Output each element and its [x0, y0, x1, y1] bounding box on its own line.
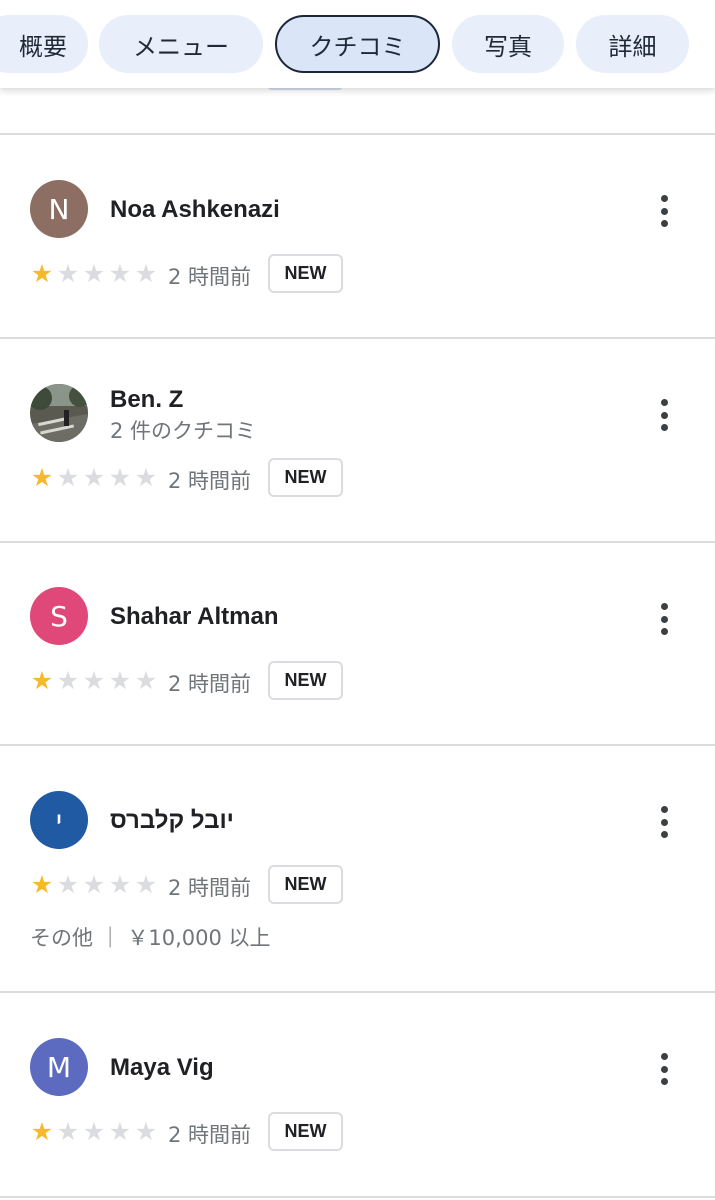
star-icon: ★: [30, 463, 54, 492]
star-icon: ★: [56, 1117, 80, 1146]
star-icon: ★: [30, 666, 54, 695]
tab-label: 概要: [19, 32, 67, 61]
star-rating: ★ ★ ★ ★ ★: [29, 1119, 159, 1145]
tab-overview[interactable]: 概要: [0, 15, 88, 73]
review-item: Ben. Z 2 件のクチコミ ★ ★ ★ ★ ★ 2 時間前 NEW: [0, 337, 715, 542]
reviewer-name[interactable]: Shahar Altman: [110, 603, 278, 631]
star-icon: ★: [56, 259, 80, 288]
star-icon: ★: [108, 1117, 132, 1146]
star-icon: ★: [30, 1117, 54, 1146]
more-vert-icon[interactable]: [650, 395, 678, 435]
review-item: N Noa Ashkenazi ★ ★ ★ ★ ★ 2 時間前 NEW: [0, 133, 715, 338]
tab-details[interactable]: 詳細: [576, 15, 689, 73]
avatar-initial: N: [48, 192, 70, 226]
more-vert-icon[interactable]: [650, 1049, 678, 1089]
star-icon: ★: [82, 1117, 106, 1146]
star-icon: ★: [56, 870, 80, 899]
more-vert-icon[interactable]: [650, 599, 678, 639]
star-icon: ★: [30, 870, 54, 899]
star-rating: ★ ★ ★ ★ ★: [29, 872, 159, 898]
review-time: 2 時間前: [168, 672, 252, 696]
star-icon: ★: [134, 259, 158, 288]
avatar[interactable]: י: [30, 791, 88, 849]
tab-label: 詳細: [608, 32, 657, 61]
more-vert-icon[interactable]: [650, 191, 678, 231]
star-icon: ★: [134, 870, 158, 899]
review-time: 2 時間前: [168, 469, 252, 493]
star-icon: ★: [108, 259, 132, 288]
star-icon: ★: [134, 1117, 158, 1146]
star-icon: ★: [134, 463, 158, 492]
reviewer-name[interactable]: Ben. Z: [110, 386, 183, 414]
review-count: 2 件のクチコミ: [110, 419, 257, 443]
avatar[interactable]: N: [30, 180, 88, 238]
review-item: M Maya Vig ★ ★ ★ ★ ★ 2 時間前 NEW: [0, 991, 715, 1200]
review-time: 2 時間前: [168, 265, 252, 289]
reviewer-name[interactable]: יובל קלברס: [110, 807, 234, 835]
tab-menu[interactable]: メニュー: [99, 15, 263, 73]
review-item: י יובל קלברס ★ ★ ★ ★ ★ 2 時間前 NEW その他 ｜ ￥10,0…: [0, 744, 715, 994]
avatar[interactable]: M: [30, 1038, 88, 1096]
review-time: 2 時間前: [168, 876, 252, 900]
review-meta: その他 ｜ ￥10,000 以上: [30, 926, 271, 950]
star-icon: ★: [108, 666, 132, 695]
avatar-initial: M: [46, 1050, 72, 1084]
star-icon: ★: [56, 666, 80, 695]
star-rating: ★ ★ ★ ★ ★: [29, 261, 159, 287]
star-icon: ★: [56, 463, 80, 492]
avatar[interactable]: [30, 384, 88, 442]
tab-photos[interactable]: 写真: [452, 15, 564, 73]
tab-label: クチコミ: [309, 32, 406, 61]
star-icon: ★: [82, 666, 106, 695]
tab-label: 写真: [484, 32, 532, 61]
star-icon: ★: [82, 463, 106, 492]
reviewer-name[interactable]: Noa Ashkenazi: [110, 196, 280, 224]
star-icon: ★: [108, 463, 132, 492]
new-badge: NEW: [268, 458, 343, 497]
review-item: S Shahar Altman ★ ★ ★ ★ ★ 2 時間前 NEW: [0, 541, 715, 746]
star-rating: ★ ★ ★ ★ ★: [29, 465, 159, 491]
more-vert-icon[interactable]: [650, 802, 678, 842]
reviewer-name[interactable]: Maya Vig: [110, 1054, 214, 1082]
star-icon: ★: [134, 666, 158, 695]
new-badge: NEW: [268, 254, 343, 293]
divider: [0, 1196, 715, 1198]
avatar-initial: S: [50, 599, 68, 633]
star-icon: ★: [30, 259, 54, 288]
avatar[interactable]: S: [30, 587, 88, 645]
tab-reviews[interactable]: クチコミ: [275, 15, 440, 73]
new-badge: NEW: [268, 661, 343, 700]
tab-label: メニュー: [133, 32, 229, 61]
new-badge: NEW: [268, 865, 343, 904]
new-badge: NEW: [268, 1112, 343, 1151]
star-rating: ★ ★ ★ ★ ★: [29, 668, 159, 694]
photo-avatar-icon: [30, 384, 88, 442]
star-icon: ★: [82, 870, 106, 899]
star-icon: ★: [108, 870, 132, 899]
review-time: 2 時間前: [168, 1123, 252, 1147]
star-icon: ★: [82, 259, 106, 288]
tab-bar: 概要 メニュー クチコミ 写真 詳細: [0, 0, 715, 88]
avatar-initial: י: [55, 803, 63, 837]
